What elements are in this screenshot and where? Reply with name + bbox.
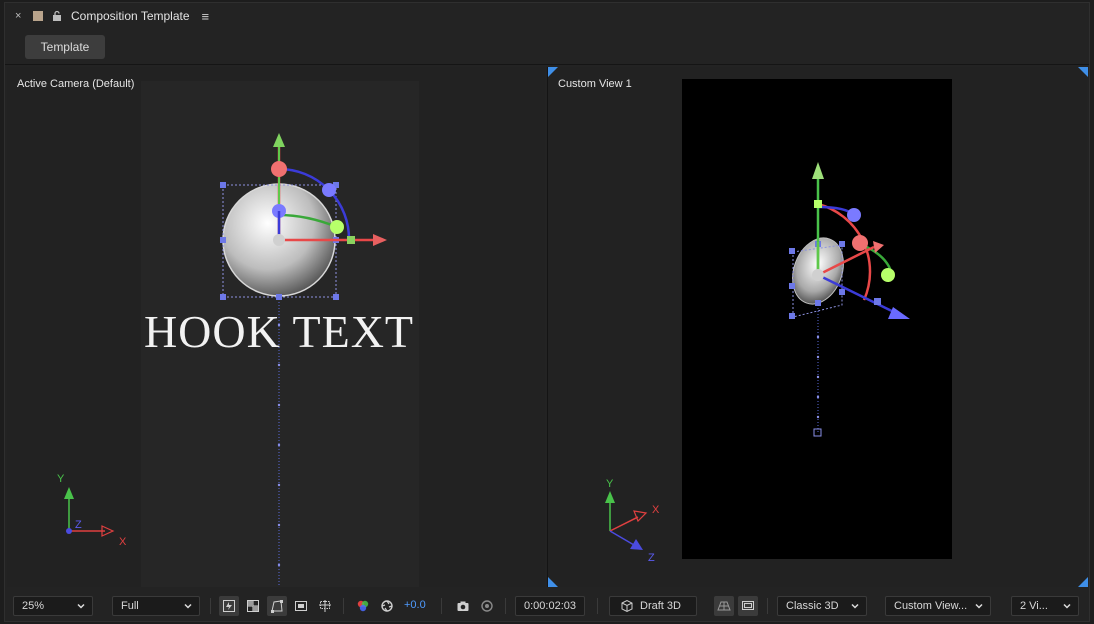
axis-indicator: Y X Z <box>57 473 127 548</box>
current-time-display[interactable]: 0:00:02:03 <box>515 596 585 616</box>
grid-guides-icon[interactable] <box>315 596 335 616</box>
mask-visibility-icon[interactable] <box>267 596 287 616</box>
composition-tab-title[interactable]: Composition Template <box>71 9 190 23</box>
composition-frame <box>682 79 952 559</box>
axis-indicator: Y X Z <box>605 478 660 564</box>
transparency-grid-icon[interactable] <box>243 596 263 616</box>
composition-navigator: Template <box>5 31 1089 65</box>
toolbar-separator <box>210 598 211 614</box>
chevron-down-icon <box>975 603 983 609</box>
axis-y-label: Y <box>57 473 65 485</box>
corner-marker <box>548 67 558 77</box>
axis-z-label: Z <box>75 519 82 531</box>
close-icon[interactable]: × <box>15 10 25 22</box>
region-of-interest-icon[interactable] <box>291 596 311 616</box>
text-layer-hook[interactable]: HOOK TEXT <box>144 306 414 357</box>
composition-panel: × Composition Template ≡ Template HOOK T… <box>4 2 1090 622</box>
custom-view-canvas: Y X Z <box>548 67 1088 587</box>
axis-x-label: X <box>119 536 127 548</box>
lock-icon[interactable] <box>51 10 63 22</box>
viewer-footer-toolbar: 25% Full +0.0 0:00:02:03 Draft 3D Classi… <box>5 593 1089 621</box>
gizmo-y-handle[interactable] <box>814 200 822 208</box>
viewer-active-camera[interactable]: HOOK TEXT Y X Z Active Camera (Default) <box>7 67 545 587</box>
chevron-down-icon <box>184 603 192 609</box>
view-value: Custom View... <box>894 600 968 612</box>
view-layout-value: 2 Vi... <box>1020 600 1048 612</box>
gizmo-rotation-y-handle[interactable] <box>881 268 895 282</box>
view-dropdown[interactable]: Custom View... <box>885 596 991 616</box>
resolution-dropdown[interactable]: Full <box>112 596 200 616</box>
viewer-left-label: Active Camera (Default) <box>17 78 135 90</box>
fast-previews-icon[interactable] <box>219 596 239 616</box>
draft-3d-label: Draft 3D <box>640 600 681 612</box>
active-camera-canvas: HOOK TEXT Y X Z <box>57 81 419 587</box>
corner-marker <box>1078 67 1088 77</box>
gizmo-rotation-z-handle[interactable] <box>322 183 336 197</box>
anchor-point-icon[interactable] <box>273 234 285 246</box>
magnification-value: 25% <box>22 600 45 612</box>
panel-tab-bar: × Composition Template ≡ <box>5 3 1089 29</box>
viewer-right-label: Custom View 1 <box>558 78 632 90</box>
axis-x-label: X <box>652 504 660 516</box>
toolbar-separator <box>767 598 768 614</box>
channel-icon[interactable] <box>353 596 373 616</box>
draft-3d-button[interactable]: Draft 3D <box>609 596 697 616</box>
snapshot-icon[interactable] <box>453 596 473 616</box>
show-snapshot-icon[interactable] <box>477 596 497 616</box>
label-color-swatch <box>33 11 43 21</box>
renderer-dropdown[interactable]: Classic 3D <box>777 596 867 616</box>
gizmo-rotation-y-handle[interactable] <box>330 220 344 234</box>
view-layout-dropdown[interactable]: 2 Vi... <box>1011 596 1079 616</box>
subtab-template[interactable]: Template <box>25 35 105 59</box>
draft-3d-icon <box>621 599 633 613</box>
resolution-value: Full <box>121 600 139 612</box>
toolbar-separator <box>343 598 344 614</box>
gizmo-rotation-z-handle[interactable] <box>847 208 861 222</box>
gizmo-z-handle[interactable] <box>874 298 881 305</box>
menu-icon[interactable]: ≡ <box>202 9 210 24</box>
toolbar-separator <box>441 598 442 614</box>
corner-marker <box>1078 577 1088 587</box>
magnification-dropdown[interactable]: 25% <box>13 596 93 616</box>
viewer-custom-view[interactable]: Y X Z Custom View 1 <box>547 67 1088 587</box>
anchor-point-icon[interactable] <box>812 269 824 281</box>
gizmo-rotation-x-handle[interactable] <box>271 161 287 177</box>
chevron-down-icon <box>851 603 859 609</box>
corner-marker <box>548 577 558 587</box>
gizmo-rotation-x-handle[interactable] <box>852 235 868 251</box>
extended-viewer-icon[interactable] <box>738 596 758 616</box>
axis-z-label: Z <box>648 552 655 564</box>
reset-exposure-icon[interactable] <box>377 596 397 616</box>
3d-ground-plane-icon[interactable] <box>714 596 734 616</box>
chevron-down-icon <box>1063 603 1071 609</box>
axis-y-label: Y <box>606 478 614 490</box>
exposure-value[interactable]: +0.0 <box>404 599 426 611</box>
renderer-value: Classic 3D <box>786 600 839 612</box>
toolbar-separator <box>597 598 598 614</box>
gizmo-x-handle[interactable] <box>347 236 355 244</box>
chevron-down-icon <box>77 603 85 609</box>
toolbar-separator <box>505 598 506 614</box>
